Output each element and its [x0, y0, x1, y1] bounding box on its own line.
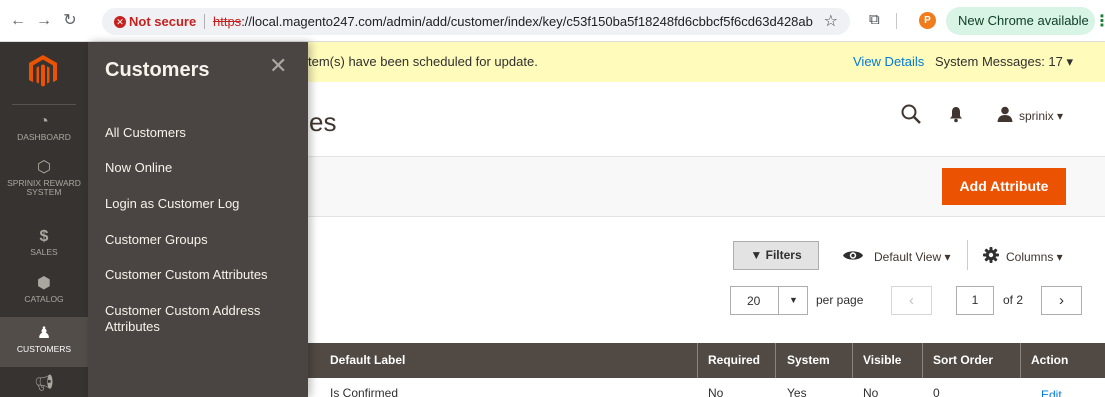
- column-header-default-label[interactable]: Default Label: [320, 343, 698, 378]
- back-arrow-icon[interactable]: ←: [8, 11, 28, 31]
- cell-sort-order: 0: [933, 386, 940, 397]
- admin-sidebar: ◔ DASHBOARD ⬡ SPRINIX REWARD SYSTEM $ SA…: [0, 42, 88, 397]
- user-icon[interactable]: [997, 106, 1013, 122]
- customers-flyout-menu: Customers ✕ All Customers Now Online Log…: [88, 42, 308, 397]
- url-separator: [204, 14, 205, 29]
- columns-dropdown[interactable]: Columns ▾: [1006, 250, 1063, 264]
- toolbar-divider: [896, 13, 897, 29]
- cell-required: No: [708, 386, 724, 397]
- table-row[interactable]: Is Confirmed No Yes No 0 Edit: [308, 378, 1105, 397]
- current-page-input[interactable]: 1: [956, 286, 994, 315]
- filters-label: Filters: [765, 248, 802, 262]
- view-details-link[interactable]: View Details: [853, 54, 924, 69]
- column-header-sort-order[interactable]: Sort Order: [923, 343, 1021, 378]
- nav-catalog-label: CATALOG: [24, 294, 64, 304]
- column-header-action: Action: [1031, 353, 1069, 367]
- gear-icon: [983, 247, 999, 263]
- close-icon[interactable]: ✕: [269, 55, 287, 77]
- dollar-icon: $: [39, 228, 49, 245]
- extensions-puzzle-icon[interactable]: ⧉: [869, 11, 880, 28]
- chevron-down-icon[interactable]: ▼: [778, 287, 808, 314]
- per-page-value: 20: [747, 294, 761, 308]
- menu-link-customer-groups[interactable]: Customer Groups: [105, 232, 300, 248]
- filter-funnel-icon: ▼: [750, 248, 763, 262]
- system-message-bar: tem(s) have been scheduled for update. V…: [308, 42, 1105, 82]
- chrome-menu-icon[interactable]: ⋮: [1094, 11, 1105, 31]
- chrome-update-button[interactable]: New Chrome available: [946, 7, 1095, 35]
- chevron-left-icon: ‹: [909, 292, 914, 309]
- not-secure-indicator[interactable]: ✕ Not secure: [114, 13, 196, 30]
- filters-button[interactable]: ▼ Filters: [733, 241, 819, 270]
- url-scheme: https: [213, 14, 242, 29]
- admin-user-menu[interactable]: sprinix ▾: [1019, 109, 1063, 123]
- menu-link-all-customers[interactable]: All Customers: [105, 125, 300, 141]
- url-text[interactable]: https://local.magento247.com/admin/add/c…: [213, 13, 813, 30]
- toolbar-divider: [967, 240, 968, 270]
- eye-icon: [843, 251, 863, 260]
- warning-icon: ✕: [114, 16, 126, 28]
- chevron-right-icon: ›: [1059, 292, 1064, 309]
- nav-sales[interactable]: $ SALES: [0, 228, 88, 258]
- default-view-dropdown[interactable]: Default View ▾: [874, 250, 951, 264]
- url-path: ://local.magento247.com/admin/add/custom…: [241, 14, 813, 29]
- magento-logo-icon[interactable]: [28, 54, 58, 88]
- nav-dashboard-label: DASHBOARD: [17, 132, 71, 142]
- cell-default-label: Is Confirmed: [330, 386, 399, 397]
- menu-link-customer-custom-address-attributes[interactable]: Customer Custom Address Attributes: [105, 303, 300, 335]
- nav-customers-label: CUSTOMERS: [16, 344, 72, 354]
- logo-divider: [12, 104, 76, 105]
- add-attribute-button[interactable]: Add Attribute: [942, 168, 1066, 205]
- hexagon-icon: ⬡: [37, 159, 51, 176]
- cell-visible: No: [863, 386, 879, 397]
- system-messages-dropdown[interactable]: System Messages: 17 ▾: [935, 54, 1073, 70]
- nav-catalog[interactable]: ⬢ CATALOG: [0, 275, 88, 307]
- system-message-text: tem(s) have been scheduled for update.: [308, 54, 538, 69]
- previous-page-button[interactable]: ‹: [891, 286, 932, 315]
- notifications-bell-icon[interactable]: [949, 105, 963, 123]
- menu-link-customer-custom-attributes[interactable]: Customer Custom Attributes: [105, 267, 300, 283]
- nav-customers[interactable]: ♟ CUSTOMERS: [0, 317, 88, 367]
- address-bar[interactable]: ✕ Not secure https://local.magento247.com…: [102, 8, 850, 35]
- dashboard-icon: ◔: [39, 113, 49, 130]
- search-icon[interactable]: [900, 103, 922, 125]
- cell-system: Yes: [787, 386, 807, 397]
- column-header-system[interactable]: System: [777, 343, 853, 378]
- nav-sprinix-label: SPRINIX REWARD SYSTEM: [7, 178, 81, 197]
- customers-menu-title: Customers: [105, 59, 210, 81]
- reload-icon[interactable]: ↻: [60, 11, 80, 31]
- not-secure-label: Not secure: [129, 14, 197, 29]
- bookmark-star-icon[interactable]: ☆: [824, 11, 838, 31]
- next-page-button[interactable]: ›: [1041, 286, 1082, 315]
- nav-sales-label: SALES: [30, 247, 58, 257]
- person-icon: ♟: [36, 325, 52, 342]
- nav-marketing[interactable]: 📢︎: [0, 375, 88, 397]
- megaphone-icon: 📢︎: [33, 375, 55, 392]
- total-pages-label: of 2: [1003, 293, 1024, 307]
- box-icon: ⬢: [37, 275, 51, 292]
- page-title: es: [309, 107, 337, 137]
- nav-sprinix-reward[interactable]: ⬡ SPRINIX REWARD SYSTEM: [0, 159, 88, 211]
- forward-arrow-icon[interactable]: →: [34, 11, 54, 31]
- profile-avatar[interactable]: P: [919, 12, 936, 29]
- menu-link-login-as-customer-log[interactable]: Login as Customer Log: [105, 196, 300, 212]
- grid-header: Default Label Required System Visible So…: [308, 343, 1105, 378]
- edit-link[interactable]: Edit: [1031, 388, 1062, 397]
- per-page-label: per page: [816, 293, 864, 307]
- per-page-select[interactable]: 20 ▼: [730, 286, 808, 315]
- browser-toolbar: ← → ↻ ✕ Not secure https://local.magento2…: [0, 0, 1105, 42]
- nav-dashboard[interactable]: ◔ DASHBOARD: [0, 113, 88, 151]
- menu-link-now-online[interactable]: Now Online: [105, 160, 300, 176]
- column-header-required[interactable]: Required: [698, 343, 776, 378]
- column-header-visible[interactable]: Visible: [853, 343, 923, 378]
